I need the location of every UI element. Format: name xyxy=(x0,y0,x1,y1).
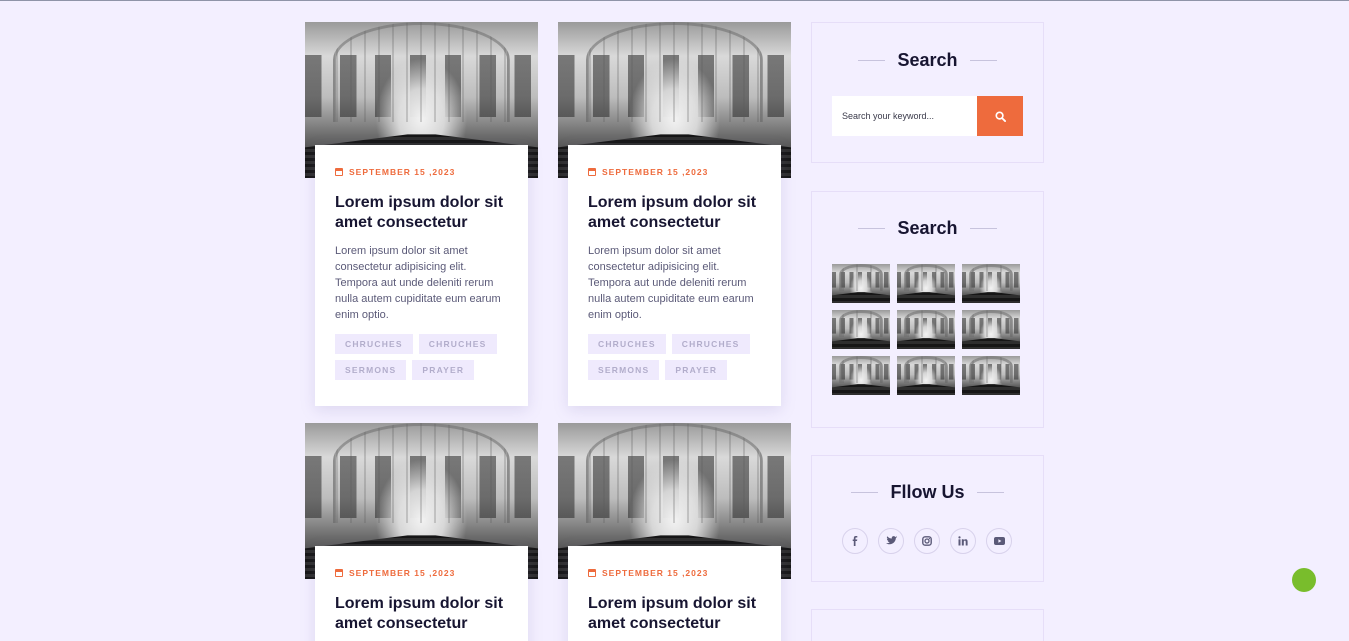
calendar-icon xyxy=(588,569,596,577)
widget-title: Search xyxy=(812,50,1043,71)
search-button[interactable] xyxy=(977,96,1023,136)
gallery-thumbnail[interactable] xyxy=(897,310,955,349)
floating-action-button[interactable] xyxy=(1292,568,1316,592)
tag-chruches[interactable]: CHRUCHES xyxy=(671,334,750,354)
post-body: SEPTEMBER 15 ,2023 Lorem ipsum dolor sit… xyxy=(568,546,781,641)
post-tags: CHRUCHES CHRUCHES SERMONS PRAYER xyxy=(588,334,761,380)
widget-title-text: Search xyxy=(897,50,958,70)
instagram-icon[interactable] xyxy=(914,528,940,554)
gallery-thumbnail[interactable] xyxy=(897,264,955,303)
post-title[interactable]: Lorem ipsum dolor sit amet consectetur xyxy=(335,193,508,233)
facebook-icon[interactable] xyxy=(842,528,868,554)
social-links xyxy=(842,528,1012,554)
title-divider xyxy=(976,492,1004,493)
title-divider xyxy=(858,60,886,61)
post-date-text: SEPTEMBER 15 ,2023 xyxy=(349,568,456,578)
widget-title: Fllow Us xyxy=(812,482,1043,503)
blog-post-card[interactable]: SEPTEMBER 15 ,2023 Lorem ipsum dolor sit… xyxy=(558,423,791,641)
post-date-text: SEPTEMBER 15 ,2023 xyxy=(602,568,709,578)
search-form xyxy=(832,96,1023,136)
widget-title: Search xyxy=(812,218,1043,239)
post-title[interactable]: Lorem ipsum dolor sit amet consectetur xyxy=(588,594,761,634)
calendar-icon xyxy=(335,168,343,176)
gallery-widget: Search xyxy=(811,191,1044,428)
post-title[interactable]: Lorem ipsum dolor sit amet consectetur xyxy=(335,594,508,634)
post-tags: CHRUCHES CHRUCHES SERMONS PRAYER xyxy=(335,334,508,380)
tag-sermons[interactable]: SERMONS xyxy=(335,360,407,380)
post-date: SEPTEMBER 15 ,2023 xyxy=(335,568,508,578)
post-body: SEPTEMBER 15 ,2023 Lorem ipsum dolor sit… xyxy=(568,145,781,406)
gallery-thumbnail[interactable] xyxy=(832,310,890,349)
blog-post-card[interactable]: SEPTEMBER 15 ,2023 Lorem ipsum dolor sit… xyxy=(305,423,538,641)
post-title[interactable]: Lorem ipsum dolor sit amet consectetur xyxy=(588,193,761,233)
twitter-icon[interactable] xyxy=(878,528,904,554)
calendar-icon xyxy=(588,168,596,176)
blog-post-card[interactable]: SEPTEMBER 15 ,2023 Lorem ipsum dolor sit… xyxy=(305,22,538,406)
post-excerpt: Lorem ipsum dolor sit amet consectetur a… xyxy=(588,245,754,321)
tag-prayer[interactable]: PRAYER xyxy=(412,360,475,380)
blog-post-card[interactable]: SEPTEMBER 15 ,2023 Lorem ipsum dolor sit… xyxy=(558,22,791,406)
post-date-text: SEPTEMBER 15 ,2023 xyxy=(349,167,456,177)
search-input[interactable] xyxy=(832,96,977,136)
calendar-icon xyxy=(335,569,343,577)
gallery-thumbnail[interactable] xyxy=(832,264,890,303)
gallery-thumbnail[interactable] xyxy=(962,264,1020,303)
post-date: SEPTEMBER 15 ,2023 xyxy=(335,167,508,177)
title-divider xyxy=(969,60,997,61)
tag-sermons[interactable]: SERMONS xyxy=(588,360,660,380)
post-date: SEPTEMBER 15 ,2023 xyxy=(588,568,761,578)
gallery-thumbnail[interactable] xyxy=(962,356,1020,395)
widget-title-text: Fllow Us xyxy=(890,482,965,502)
tag-prayer[interactable]: PRAYER xyxy=(665,360,728,380)
search-widget: Search xyxy=(811,22,1044,163)
gallery-thumbnail[interactable] xyxy=(897,356,955,395)
tag-chruches[interactable]: CHRUCHES xyxy=(588,334,666,354)
title-divider xyxy=(851,492,879,493)
linkedin-icon[interactable] xyxy=(950,528,976,554)
gallery-grid xyxy=(832,264,1020,395)
follow-widget: Fllow Us xyxy=(811,455,1044,582)
title-divider xyxy=(969,228,997,229)
widget-title-text: Search xyxy=(897,218,958,238)
gallery-thumbnail[interactable] xyxy=(962,310,1020,349)
tag-chruches[interactable]: CHRUCHES xyxy=(418,334,497,354)
sidebar-widget-partial xyxy=(811,609,1044,641)
title-divider xyxy=(858,228,886,229)
tag-chruches[interactable]: CHRUCHES xyxy=(335,334,413,354)
post-excerpt: Lorem ipsum dolor sit amet consectetur a… xyxy=(335,245,501,321)
post-body: SEPTEMBER 15 ,2023 Lorem ipsum dolor sit… xyxy=(315,546,528,641)
post-body: SEPTEMBER 15 ,2023 Lorem ipsum dolor sit… xyxy=(315,145,528,406)
post-date-text: SEPTEMBER 15 ,2023 xyxy=(602,167,709,177)
youtube-icon[interactable] xyxy=(986,528,1012,554)
gallery-thumbnail[interactable] xyxy=(832,356,890,395)
search-icon xyxy=(994,110,1006,122)
post-date: SEPTEMBER 15 ,2023 xyxy=(588,167,761,177)
